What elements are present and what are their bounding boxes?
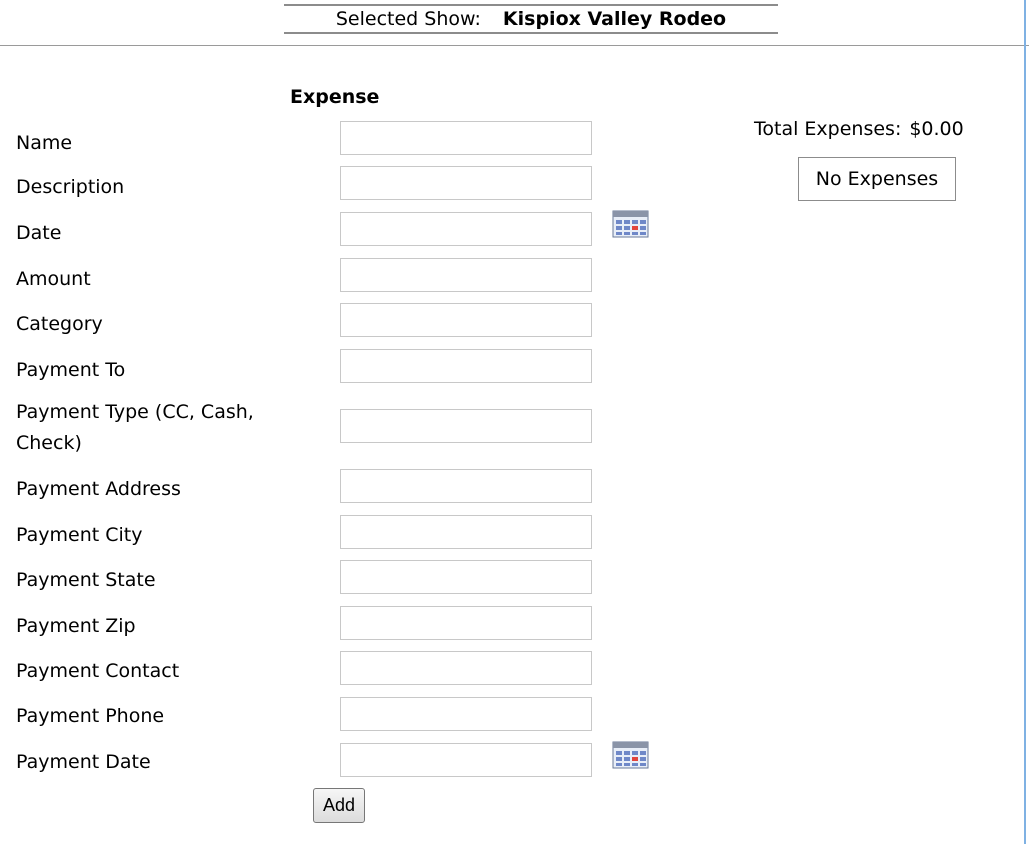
payment-type-input[interactable] xyxy=(340,409,592,443)
payment-contact-input[interactable] xyxy=(340,651,592,685)
expense-form-title: Expense xyxy=(290,86,380,108)
total-expenses-label: Total Expenses: xyxy=(754,118,902,140)
amount-input[interactable] xyxy=(340,258,592,292)
total-expenses-value: $0.00 xyxy=(909,118,964,140)
field-label: Payment Date xyxy=(16,751,151,773)
field-label: Date xyxy=(16,222,62,244)
payment-to-input[interactable] xyxy=(340,349,592,383)
payment-state-input[interactable] xyxy=(340,560,592,594)
payment-zip-input[interactable] xyxy=(340,606,592,640)
payment-date-input[interactable] xyxy=(340,743,592,777)
total-expenses: Total Expenses: $0.00 xyxy=(754,118,964,140)
field-label: Category xyxy=(16,313,103,335)
field-label: Description xyxy=(16,176,125,198)
field-label: Payment Type (CC, Cash, xyxy=(16,401,254,423)
category-input[interactable] xyxy=(340,303,592,337)
field-label: Name xyxy=(16,132,73,154)
field-label: Payment Contact xyxy=(16,660,180,682)
field-label: Amount xyxy=(16,268,91,290)
field-label: Payment State xyxy=(16,569,156,591)
name-input[interactable] xyxy=(340,121,592,155)
right-border xyxy=(1024,0,1026,844)
field-label: Payment Phone xyxy=(16,705,165,727)
payment-phone-input[interactable] xyxy=(340,697,592,731)
header-divider xyxy=(0,45,1029,46)
field-label: Check) xyxy=(16,432,82,454)
selected-show-header: Selected Show: Kispiox Valley Rodeo xyxy=(284,4,778,34)
field-label: Payment Zip xyxy=(16,615,136,637)
selected-show-name: Kispiox Valley Rodeo xyxy=(502,8,727,30)
field-label: Payment Address xyxy=(16,478,181,500)
field-label: Payment City xyxy=(16,524,143,546)
payment-address-input[interactable] xyxy=(340,469,592,503)
expense-list-empty-state: No Expenses xyxy=(798,157,956,201)
no-expenses-label: No Expenses xyxy=(815,168,939,190)
date-input[interactable] xyxy=(340,212,592,246)
field-label: Payment To xyxy=(16,359,126,381)
description-input[interactable] xyxy=(340,166,592,200)
calendar-icon[interactable] xyxy=(612,741,649,769)
payment-city-input[interactable] xyxy=(340,515,592,549)
calendar-icon[interactable] xyxy=(612,210,649,238)
selected-show-label: Selected Show: xyxy=(335,8,481,30)
add-button[interactable]: Add xyxy=(313,788,365,823)
